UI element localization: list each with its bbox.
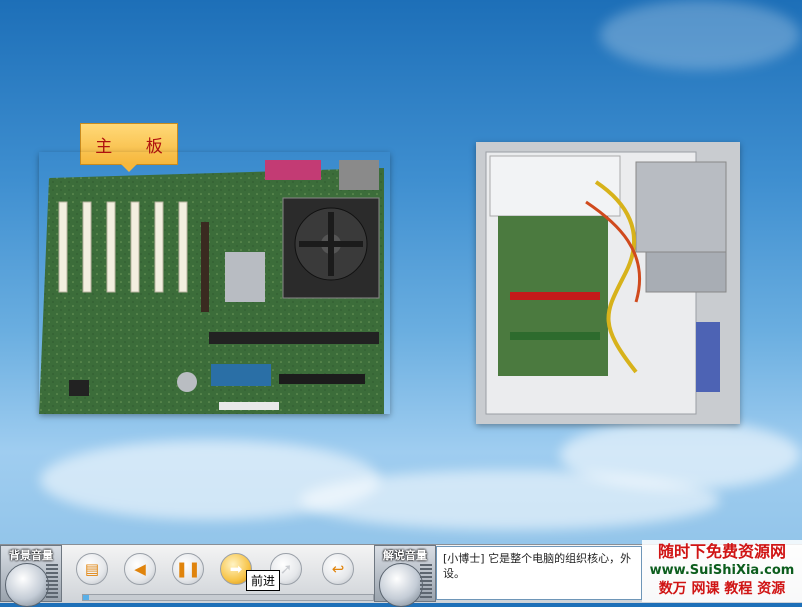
- pointer-icon: ➚: [279, 560, 293, 578]
- narration-volume-label: 解说音量: [383, 549, 427, 562]
- pause-icon: ❚❚: [175, 560, 201, 578]
- arrow-right-icon: ➡: [229, 560, 243, 578]
- return-icon: ↩: [331, 560, 345, 578]
- progress-bar[interactable]: [82, 594, 374, 601]
- forward-tooltip: 前进: [246, 570, 281, 591]
- background-volume-label: 背景音量: [9, 549, 53, 562]
- previous-button[interactable]: ◀: [124, 553, 156, 585]
- speaker-grill-icon: [46, 564, 58, 600]
- watermark-line-1: 随时下免费资源网: [657, 542, 786, 561]
- watermark-line-2: www.SuiShiXia.com: [649, 563, 795, 578]
- cloud: [560, 420, 800, 490]
- arrow-left-icon: ◀: [134, 560, 146, 578]
- return-button[interactable]: ↩: [322, 553, 354, 585]
- volume-knob[interactable]: [5, 563, 49, 607]
- volume-knob[interactable]: [379, 563, 423, 607]
- cloud: [600, 0, 800, 70]
- motherboard-photo: [39, 160, 384, 414]
- narration-text-box: [小博士] 它是整个电脑的组织核心，外设。: [436, 546, 642, 600]
- watermark-line-3: 数万 网课 教程 资源: [658, 581, 786, 597]
- speaker-grill-icon: [420, 564, 432, 600]
- pause-button[interactable]: ❚❚: [172, 553, 204, 585]
- watermark: 随时下免费资源网 www.SuiShiXia.com 数万 网课 教程 资源: [642, 540, 802, 602]
- contents-button[interactable]: ▤: [76, 553, 108, 585]
- progress-fill: [83, 595, 89, 600]
- background-volume-control[interactable]: 背景音量: [0, 545, 62, 607]
- pc-case-photo: [476, 142, 740, 424]
- narration-volume-control[interactable]: 解说音量: [374, 545, 436, 607]
- book-icon: ▤: [84, 560, 100, 578]
